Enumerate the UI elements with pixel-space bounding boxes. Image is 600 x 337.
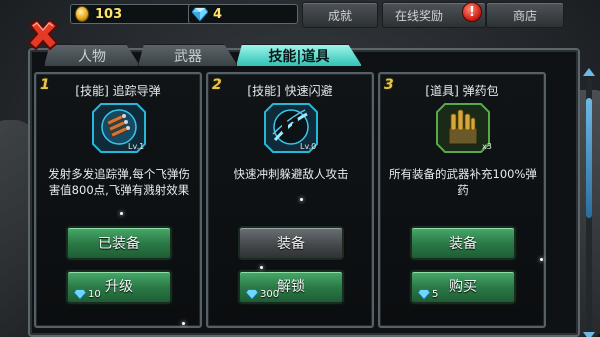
price-value: 300 xyxy=(260,288,280,300)
achievements-button[interactable]: 成就 xyxy=(302,2,378,28)
card-level: Lv.1 xyxy=(128,142,145,151)
tab-weapons[interactable]: 武器 xyxy=(138,44,238,66)
card-level: Lv.0 xyxy=(300,142,317,151)
upgrade-button[interactable]: 升级 10 xyxy=(66,270,172,304)
card-title: [道具] 弹药包 xyxy=(425,84,499,98)
vertical-scrollbar[interactable] xyxy=(583,68,595,337)
gold-coin-icon xyxy=(73,5,91,23)
price-value: 5 xyxy=(432,288,439,300)
gem-amount: 4 xyxy=(213,6,223,22)
shop-button[interactable]: 商店 xyxy=(486,2,564,28)
sparkle xyxy=(300,198,303,201)
notification-alert-icon: ! xyxy=(462,2,482,22)
tab-skills-items[interactable]: 技能|道具 xyxy=(236,44,362,66)
gem-counter: 4 xyxy=(188,4,298,24)
tab-bar: 人物 武器 技能|道具 xyxy=(44,44,564,66)
unlock-button[interactable]: 解锁 300 xyxy=(238,270,344,304)
card-homing-missile: 1 [技能] 追踪导弹 Lv.1 发射多发追踪弹,每个飞弹伤害值800点,飞弹有… xyxy=(34,72,202,328)
buy-button-label: 购买 xyxy=(449,279,477,295)
diamond-icon xyxy=(246,289,258,300)
equipped-button[interactable]: 已装备 xyxy=(66,226,172,260)
price-tag: 5 xyxy=(418,288,438,300)
equip-button[interactable]: 装备 xyxy=(410,226,516,260)
sparkle xyxy=(540,258,543,261)
scroll-down-arrow-icon[interactable] xyxy=(583,332,595,337)
sparkle xyxy=(182,322,185,325)
top-bar: 103 4 成就 在线奖励 ! 商店 xyxy=(0,0,600,30)
diamond-icon xyxy=(418,289,430,300)
card-title: [技能] 快速闪避 xyxy=(247,84,333,98)
card-ammo-pack: 3 [道具] 弹药包 x3 所有装备的武器补充100%弹药 装备 购买 5 xyxy=(378,72,546,328)
price-tag: 10 xyxy=(74,288,101,300)
price-tag: 300 xyxy=(246,288,279,300)
card-description: 发射多发追踪弹,每个飞弹伤害值800点,飞弹有溅射效果 xyxy=(48,167,190,197)
scrollbar-thumb[interactable] xyxy=(586,98,592,218)
diamond-icon xyxy=(191,5,209,23)
close-icon[interactable] xyxy=(24,16,62,54)
scroll-up-arrow-icon[interactable] xyxy=(583,68,595,76)
card-title: [技能] 追踪导弹 xyxy=(75,84,161,98)
unlock-button-label: 解锁 xyxy=(277,279,305,295)
sparkle xyxy=(260,266,263,269)
gold-amount: 103 xyxy=(95,6,123,22)
card-quick-dodge: 2 [技能] 快速闪避 Lv.0 快速冲刺躲避敌人攻击 装备 解锁 300 xyxy=(206,72,374,328)
diamond-icon xyxy=(74,289,86,300)
card-description: 快速冲刺躲避敌人攻击 xyxy=(233,167,349,181)
sparkle xyxy=(120,212,123,215)
gold-counter: 103 xyxy=(70,4,198,24)
buy-button[interactable]: 购买 5 xyxy=(410,270,516,304)
online-reward-label: 在线奖励 xyxy=(395,8,444,23)
upgrade-button-label: 升级 xyxy=(105,279,133,295)
card-quantity: x3 xyxy=(482,142,492,151)
price-value: 10 xyxy=(88,288,101,300)
card-description: 所有装备的武器补充100%弹药 xyxy=(389,167,537,197)
equip-button[interactable]: 装备 xyxy=(238,226,344,260)
